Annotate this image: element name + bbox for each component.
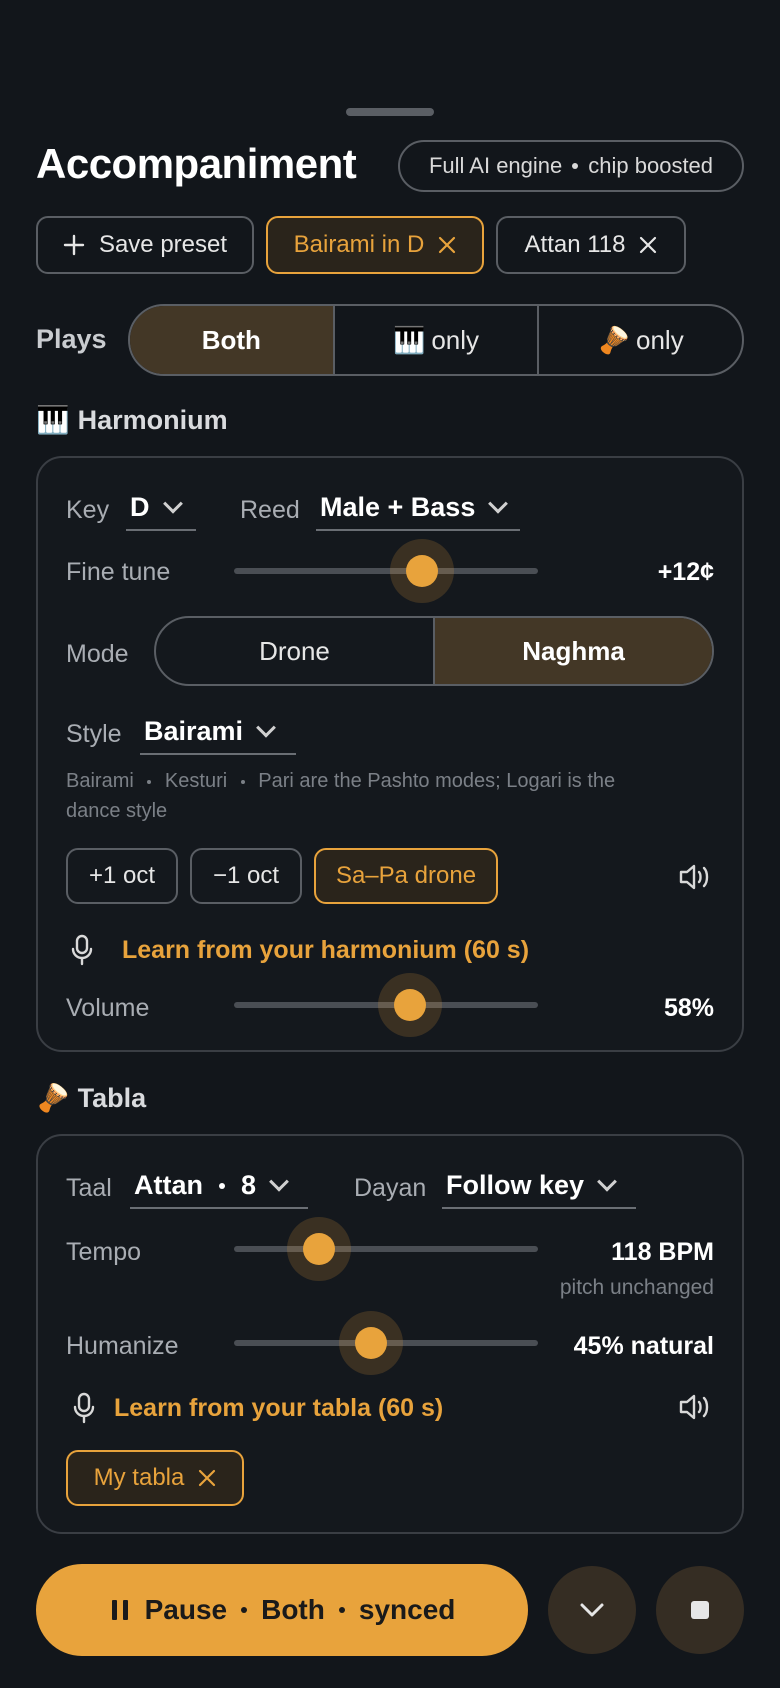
octave-down-button[interactable]: −1 oct [190, 848, 302, 904]
close-icon[interactable] [639, 236, 657, 254]
reed-label: Reed [240, 496, 300, 524]
style-label: Style [66, 720, 122, 748]
key-select[interactable]: D [126, 492, 196, 531]
dayan-select[interactable]: Follow key [442, 1170, 636, 1209]
speaker-icon[interactable] [678, 1392, 712, 1422]
chevron-down-icon [162, 493, 183, 514]
reed-select[interactable]: Male + Bass [316, 492, 520, 531]
taal-select[interactable]: Attan 8 [130, 1170, 308, 1209]
microphone-icon [73, 1392, 95, 1424]
tempo-note: pitch unchanged [559, 1276, 714, 1299]
plays-option-tabla[interactable]: 🪘 only [537, 306, 742, 374]
fine-tune-slider[interactable] [234, 539, 538, 603]
plus-icon [63, 234, 85, 256]
save-preset-button[interactable]: Save preset [36, 216, 254, 274]
humanize-slider[interactable] [234, 1311, 538, 1375]
pause-icon [111, 1600, 128, 1620]
harmonium-heading: 🎹 Harmonium [36, 404, 228, 436]
pause-button[interactable]: Pause Both synced [36, 1564, 528, 1656]
separator-dot [219, 1182, 225, 1189]
chevron-down-icon [580, 1603, 604, 1617]
taal-label: Taal [66, 1174, 112, 1202]
drag-handle[interactable] [346, 108, 434, 116]
slider-track [234, 568, 538, 574]
chevron-down-icon [488, 493, 509, 514]
preset-chip-label: Bairami in D [293, 231, 425, 258]
preset-chip-attan[interactable]: Attan 118 [496, 216, 686, 274]
plays-option-both[interactable]: Both [130, 306, 333, 374]
slider-track [234, 1246, 538, 1252]
volume-value: 58% [663, 994, 714, 1022]
save-preset-label: Save preset [98, 231, 228, 258]
humanize-label: Humanize [66, 1332, 179, 1360]
preset-chip-label: Attan 118 [524, 231, 626, 258]
key-label: Key [66, 496, 110, 524]
humanize-value: 45% natural [573, 1332, 714, 1360]
close-icon[interactable] [438, 236, 456, 254]
preset-chip-bairami[interactable]: Bairami in D [266, 216, 484, 274]
stop-button[interactable] [656, 1566, 744, 1654]
plays-label: Plays [36, 324, 107, 354]
page-title: Accompaniment [36, 140, 357, 187]
drum-icon: 🪘 [597, 324, 631, 355]
fine-tune-label: Fine tune [66, 558, 171, 586]
slider-thumb[interactable] [354, 1327, 387, 1359]
plays-segmented-control: Both 🎹 only 🪘 only [128, 304, 744, 376]
dayan-label: Dayan [354, 1174, 427, 1202]
fine-tune-value: +12¢ [657, 558, 714, 586]
tabla-heading: 🪘 Tabla [36, 1082, 147, 1114]
octave-up-button[interactable]: +1 oct [66, 848, 178, 904]
speaker-icon[interactable] [678, 862, 712, 892]
style-hint: Bairami Kesturi Pari are the Pashto mode… [66, 770, 616, 822]
tabla-sample-chip[interactable]: My tabla [66, 1450, 244, 1506]
tempo-label: Tempo [66, 1238, 142, 1266]
engine-label: Full AI engine [428, 153, 563, 178]
mode-label: Mode [66, 640, 129, 668]
engine-boost-label: chip boosted [588, 153, 714, 178]
drum-icon: 🪘 [36, 1083, 70, 1113]
slider-thumb[interactable] [303, 1233, 336, 1265]
chevron-down-icon [269, 1171, 289, 1192]
volume-slider[interactable] [234, 973, 538, 1037]
tempo-value: 118 BPM [611, 1238, 714, 1266]
separator-dot [241, 1607, 248, 1613]
stop-icon [691, 1601, 709, 1619]
piano-icon: 🎹 [36, 405, 70, 435]
chevron-down-icon [256, 717, 276, 738]
mode-option-naghma[interactable]: Naghma [433, 618, 712, 684]
separator-dot [572, 163, 579, 169]
close-icon[interactable] [198, 1469, 216, 1487]
piano-icon: 🎹 [392, 324, 426, 355]
chevron-down-icon [597, 1171, 617, 1192]
style-select[interactable]: Bairami [140, 716, 296, 755]
plays-option-harmonium[interactable]: 🎹 only [332, 306, 538, 374]
tempo-slider[interactable] [234, 1217, 538, 1281]
engine-status-badge: Full AI engine chip boosted [398, 140, 744, 192]
learn-tabla-link[interactable]: Learn from your tabla (60 s) [114, 1394, 443, 1423]
collapse-button[interactable] [548, 1566, 636, 1654]
mode-segmented-control: Drone Naghma [154, 616, 714, 686]
microphone-icon [71, 934, 93, 966]
mode-option-drone[interactable]: Drone [156, 618, 433, 684]
sa-pa-drone-button[interactable]: Sa–Pa drone [314, 848, 498, 904]
volume-label: Volume [66, 994, 150, 1022]
separator-dot [338, 1607, 345, 1613]
learn-harmonium-link[interactable]: Learn from your harmonium (60 s) [122, 936, 529, 965]
